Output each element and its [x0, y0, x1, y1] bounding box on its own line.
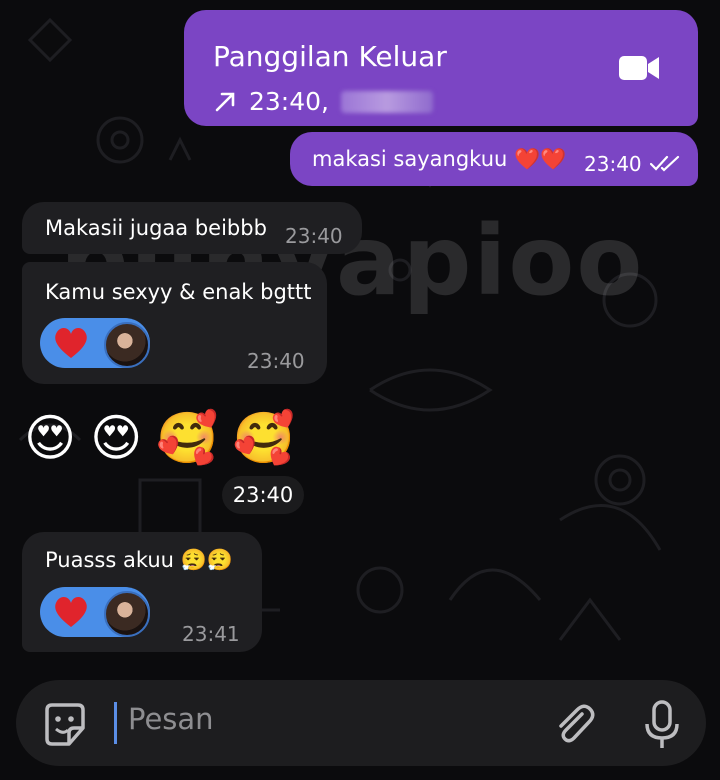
message-text: Makasii jugaa beibbb	[45, 216, 267, 240]
heart-icon	[55, 328, 87, 358]
call-time: 23:40,	[249, 87, 329, 116]
double-check-icon	[650, 155, 680, 172]
incoming-message[interactable]: Makasii jugaa beibbb 23:40	[22, 202, 362, 254]
message-time: 23:41	[182, 622, 240, 646]
message-input[interactable]: Pesan	[128, 702, 214, 736]
heart-reaction[interactable]	[40, 318, 150, 368]
outgoing-arrow-icon	[215, 92, 235, 111]
heart-icon	[55, 597, 87, 627]
reactor-avatar	[104, 591, 150, 637]
heart-reaction[interactable]	[40, 587, 150, 637]
text-cursor	[114, 702, 117, 744]
message-text: makasi sayangkuu ❤️❤️	[312, 147, 567, 171]
message-time: 23:40	[247, 349, 305, 373]
message-text: Puasss akuu 😮‍💨😮‍💨	[45, 548, 233, 572]
message-text: Kamu sexyy & enak bgttt	[45, 280, 312, 304]
message-time-pill: 23:40	[222, 476, 304, 514]
message-composer: Pesan	[16, 680, 706, 766]
sticker-icon[interactable]	[41, 702, 89, 748]
outgoing-call-bubble[interactable]: Panggilan Keluar 23:40,	[184, 10, 698, 126]
outgoing-message[interactable]: makasi sayangkuu ❤️❤️ 23:40	[290, 132, 698, 186]
smiling-hearts-emoji: 🥰	[156, 409, 219, 467]
heart-eyes-emoji: 😍	[24, 409, 77, 467]
call-title: Panggilan Keluar	[213, 40, 447, 73]
microphone-icon[interactable]	[642, 700, 682, 750]
incoming-message[interactable]: Kamu sexyy & enak bgttt 23:40	[22, 262, 327, 384]
smiling-hearts-emoji: 🥰	[232, 409, 295, 467]
video-camera-icon[interactable]	[618, 55, 660, 81]
call-duration-blurred	[341, 90, 433, 113]
incoming-message[interactable]: Puasss akuu 😮‍💨😮‍💨 23:41	[22, 532, 262, 652]
emoji-message[interactable]: 😍 😍 🥰 🥰	[24, 408, 295, 468]
heart-eyes-emoji: 😍	[90, 409, 143, 467]
attach-icon[interactable]	[552, 700, 596, 748]
call-subtitle: 23:40,	[213, 87, 433, 116]
message-time: 23:40	[285, 224, 343, 248]
reactor-avatar	[104, 322, 150, 368]
message-time: 23:40	[584, 152, 642, 176]
